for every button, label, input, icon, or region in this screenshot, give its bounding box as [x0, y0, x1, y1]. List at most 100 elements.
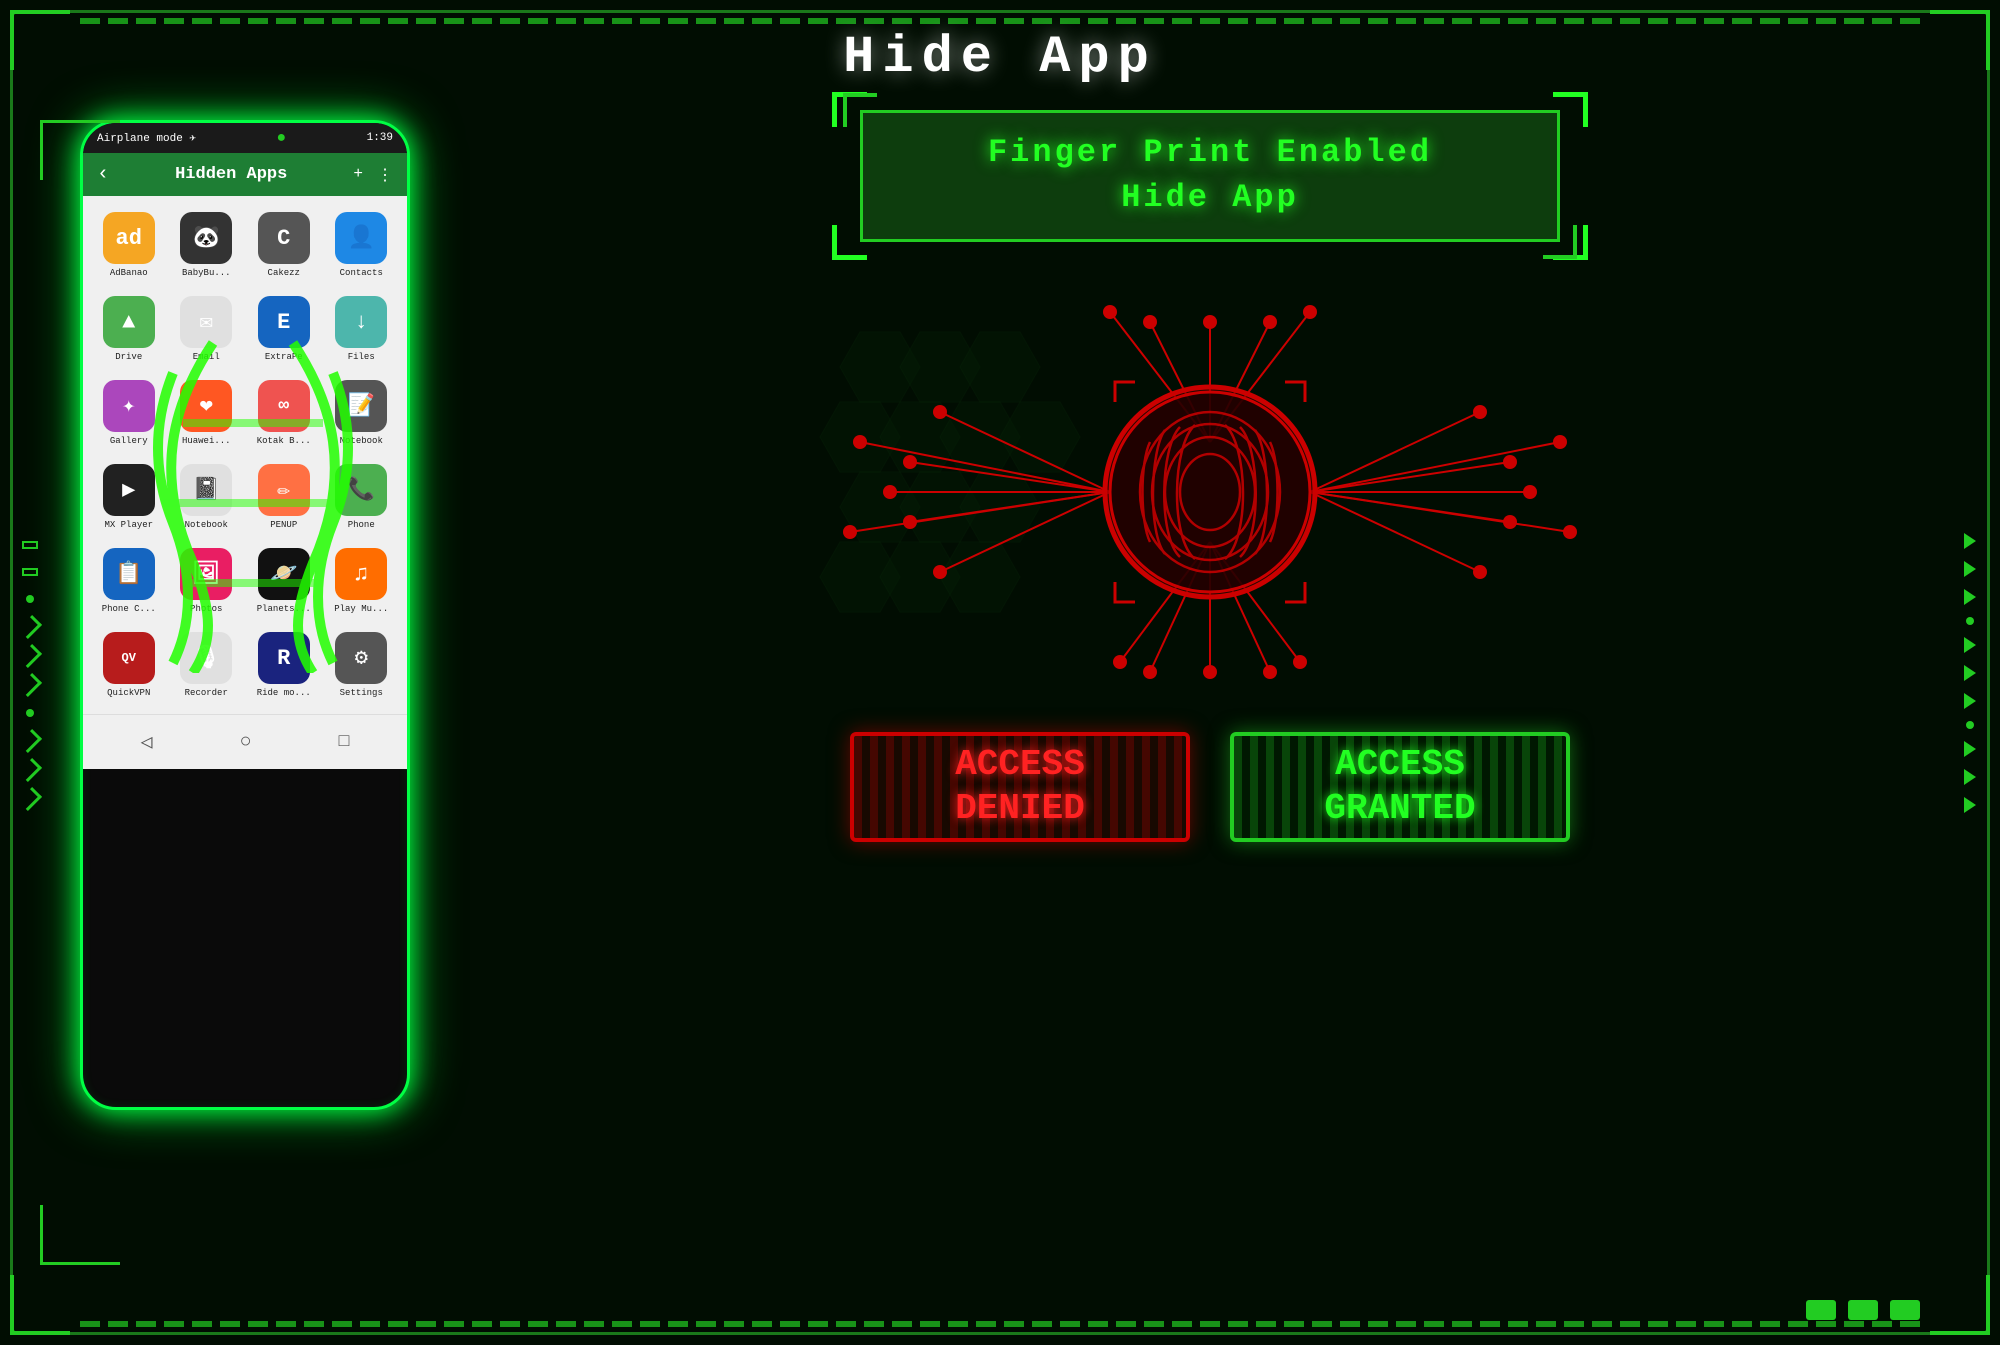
phone-outer: Airplane mode ✈ ● 1:39 ‹ Hidden Apps + ⋮…	[80, 120, 410, 1110]
app-label-phonec: Phone C...	[102, 604, 156, 614]
phone-container: Airplane mode ✈ ● 1:39 ‹ Hidden Apps + ⋮…	[80, 120, 410, 1120]
app-item-adbanao[interactable]: ad AdBanao	[91, 204, 167, 286]
app-icon-notebook1: 📝	[335, 380, 387, 432]
fp-title-text: Finger Print Enabled Hide App	[893, 131, 1527, 221]
app-icon-drive: ▲	[103, 296, 155, 348]
app-label-drive: Drive	[115, 352, 142, 362]
app-label-email: Email	[193, 352, 220, 362]
app-icon-penup: ✏	[258, 464, 310, 516]
app-icon-files: ↓	[335, 296, 387, 348]
app-label-phone: Phone	[348, 520, 375, 530]
right-panel: Finger Print Enabled Hide App	[480, 90, 1940, 1285]
app-label-adbanao: AdBanao	[110, 268, 148, 278]
app-label-recorder: Recorder	[185, 688, 228, 698]
app-label-contacts: Contacts	[340, 268, 383, 278]
warning-denied-label: WARNING	[978, 732, 1061, 736]
app-item-files[interactable]: ↓ Files	[324, 288, 400, 370]
app-item-extrape[interactable]: E ExtraPe	[246, 288, 322, 370]
fingerprint-svg	[810, 282, 1610, 702]
left-tech-corner-top	[40, 120, 120, 180]
app-label-playmusic: Play Mu...	[334, 604, 388, 614]
app-icon-playmusic: ♫	[335, 548, 387, 600]
app-item-planets[interactable]: 🪐 Planets...	[246, 540, 322, 622]
app-icon-adbanao: ad	[103, 212, 155, 264]
phone-menu-icon[interactable]: ⋮	[377, 165, 393, 185]
fp-visual-area	[810, 282, 1610, 702]
phone-nav-home[interactable]: ○	[240, 731, 252, 754]
app-item-drive[interactable]: ▲ Drive	[91, 288, 167, 370]
phone-app-header: ‹ Hidden Apps + ⋮	[83, 153, 407, 196]
status-right: 1:39	[367, 132, 393, 144]
app-label-notebook1: Notebook	[340, 436, 383, 446]
app-icon-babyboo: 🐼	[180, 212, 232, 264]
fp-title-container: Finger Print Enabled Hide App	[850, 110, 1570, 242]
app-icon-ridemo: R	[258, 632, 310, 684]
app-icon-settings: ⚙	[335, 632, 387, 684]
app-icon-planets: 🪐	[258, 548, 310, 600]
app-item-photos[interactable]: 🖼 Photos	[169, 540, 245, 622]
app-item-settings[interactable]: ⚙ Settings	[324, 624, 400, 706]
app-item-contacts[interactable]: 👤 Contacts	[324, 204, 400, 286]
left-tech-corner-bottom	[40, 1205, 120, 1265]
app-item-babyboo[interactable]: 🐼 BabyBu...	[169, 204, 245, 286]
app-grid: ad AdBanao 🐼 BabyBu... C Cakezz 👤 Contac…	[83, 196, 407, 714]
app-icon-email: ✉	[180, 296, 232, 348]
app-label-notebook2: Notebook	[185, 520, 228, 530]
app-label-files: Files	[348, 352, 375, 362]
phone-header-icons: + ⋮	[353, 165, 393, 185]
app-label-mxplayer: MX Player	[104, 520, 153, 530]
app-item-email[interactable]: ✉ Email	[169, 288, 245, 370]
app-label-penup: PENUP	[270, 520, 297, 530]
warning-granted-label: WARNING	[1358, 732, 1441, 736]
app-item-penup[interactable]: ✏ PENUP	[246, 456, 322, 538]
app-item-cakezz[interactable]: C Cakezz	[246, 204, 322, 286]
corner-bl	[10, 1275, 70, 1335]
app-label-babyboo: BabyBu...	[182, 268, 231, 278]
app-item-notebook1[interactable]: 📝 Notebook	[324, 372, 400, 454]
app-item-recorder[interactable]: 🎙 Recorder	[169, 624, 245, 706]
app-label-huawei: Huawei...	[182, 436, 231, 446]
top-deco	[80, 18, 1920, 24]
app-icon-photos: 🖼	[180, 548, 232, 600]
app-icon-phonec: 📋	[103, 548, 155, 600]
app-icon-notebook2: 📓	[180, 464, 232, 516]
app-icon-mxplayer: ▶	[103, 464, 155, 516]
phone-nav-back[interactable]: ◁	[141, 729, 153, 755]
phone-add-icon[interactable]: +	[353, 165, 363, 185]
bottom-dot-3	[1890, 1300, 1920, 1320]
app-label-settings: Settings	[340, 688, 383, 698]
app-label-planets: Planets...	[257, 604, 311, 614]
app-item-kotak[interactable]: ∞ Kotak B...	[246, 372, 322, 454]
app-item-playmusic[interactable]: ♫ Play Mu...	[324, 540, 400, 622]
access-denied-box: WARNING ACCESS DENIED	[850, 732, 1190, 842]
phone-nav-recents[interactable]: □	[339, 732, 350, 752]
app-item-ridemo[interactable]: R Ride mo...	[246, 624, 322, 706]
bottom-deco	[80, 1321, 1920, 1327]
access-granted-text: ACCESS GRANTED	[1324, 743, 1475, 829]
app-label-kotak: Kotak B...	[257, 436, 311, 446]
app-item-gallery[interactable]: ✦ Gallery	[91, 372, 167, 454]
fp-title-box: Finger Print Enabled Hide App	[860, 110, 1560, 242]
app-label-photos: Photos	[190, 604, 222, 614]
app-icon-extrape: E	[258, 296, 310, 348]
app-item-phonec[interactable]: 📋 Phone C...	[91, 540, 167, 622]
app-icon-quickvpn: QV	[103, 632, 155, 684]
app-icon-contacts: 👤	[335, 212, 387, 264]
phone-status-bar: Airplane mode ✈ ● 1:39	[83, 123, 407, 153]
app-item-quickvpn[interactable]: QV QuickVPN	[91, 624, 167, 706]
app-item-huawei[interactable]: ❤ Huawei...	[169, 372, 245, 454]
app-item-phone[interactable]: 📞 Phone	[324, 456, 400, 538]
app-icon-cakezz: C	[258, 212, 310, 264]
app-label-ridemo: Ride mo...	[257, 688, 311, 698]
page-title: Hide App	[0, 28, 2000, 87]
bottom-dot-2	[1848, 1300, 1878, 1320]
status-row: WARNING ACCESS DENIED WARNING ACCESS GRA…	[480, 732, 1940, 842]
phone-nav-bar: ◁ ○ □	[83, 714, 407, 769]
app-label-quickvpn: QuickVPN	[107, 688, 150, 698]
app-item-notebook2[interactable]: 📓 Notebook	[169, 456, 245, 538]
app-item-mxplayer[interactable]: ▶ MX Player	[91, 456, 167, 538]
bottom-dot-1	[1806, 1300, 1836, 1320]
app-icon-recorder: 🎙	[180, 632, 232, 684]
bottom-dots	[1806, 1300, 1920, 1320]
app-label-extrape: ExtraPe	[265, 352, 303, 362]
